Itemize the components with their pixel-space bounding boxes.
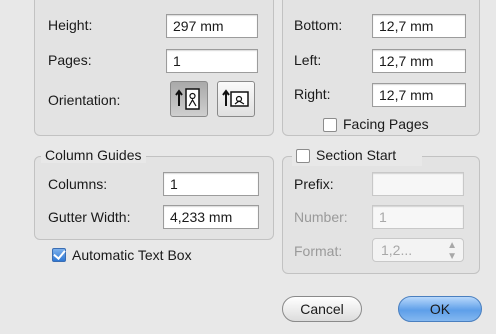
section-start-title: Section Start [316, 147, 397, 163]
portrait-icon [175, 88, 200, 110]
columns-field[interactable]: 1 [163, 172, 259, 196]
pages-label: Pages: [48, 52, 92, 68]
format-label: Format: [294, 243, 343, 259]
landscape-icon [222, 89, 249, 107]
height-field[interactable]: 297 mm [166, 14, 258, 38]
number-label: Number: [294, 209, 348, 225]
ok-button[interactable]: OK [398, 296, 482, 322]
height-label: Height: [48, 17, 93, 33]
left-label: Left: [294, 52, 322, 68]
facing-pages-checkbox[interactable] [323, 118, 337, 132]
facing-pages-label: Facing Pages [343, 116, 429, 132]
portrait-orientation-button[interactable] [170, 81, 208, 117]
gutter-width-label: Gutter Width: [48, 209, 131, 225]
bottom-field[interactable]: 12,7 mm [372, 14, 466, 38]
cancel-button[interactable]: Cancel [282, 296, 362, 322]
automatic-text-box-checkbox[interactable] [52, 248, 66, 262]
section-start-checkbox[interactable] [296, 149, 310, 163]
orientation-label: Orientation: [48, 92, 121, 108]
pages-field[interactable]: 1 [166, 49, 258, 73]
format-select-value: 1,2... [381, 242, 413, 258]
column-guides-title: Column Guides [41, 147, 146, 163]
automatic-text-box-label: Automatic Text Box [72, 247, 192, 263]
number-field[interactable]: 1 [372, 205, 464, 229]
format-select[interactable]: 1,2... ▲ ▼ [372, 238, 464, 262]
landscape-orientation-button[interactable] [217, 81, 255, 117]
right-field[interactable]: 12,7 mm [372, 83, 466, 107]
bottom-label: Bottom: [294, 17, 343, 33]
gutter-width-field[interactable]: 4,233 mm [163, 205, 259, 229]
stepper-arrows-icon: ▲ ▼ [447, 240, 457, 262]
left-field[interactable]: 12,7 mm [372, 49, 466, 73]
right-label: Right: [294, 86, 331, 102]
prefix-field[interactable] [372, 172, 464, 196]
columns-label: Columns: [48, 176, 108, 192]
prefix-label: Prefix: [294, 176, 334, 192]
